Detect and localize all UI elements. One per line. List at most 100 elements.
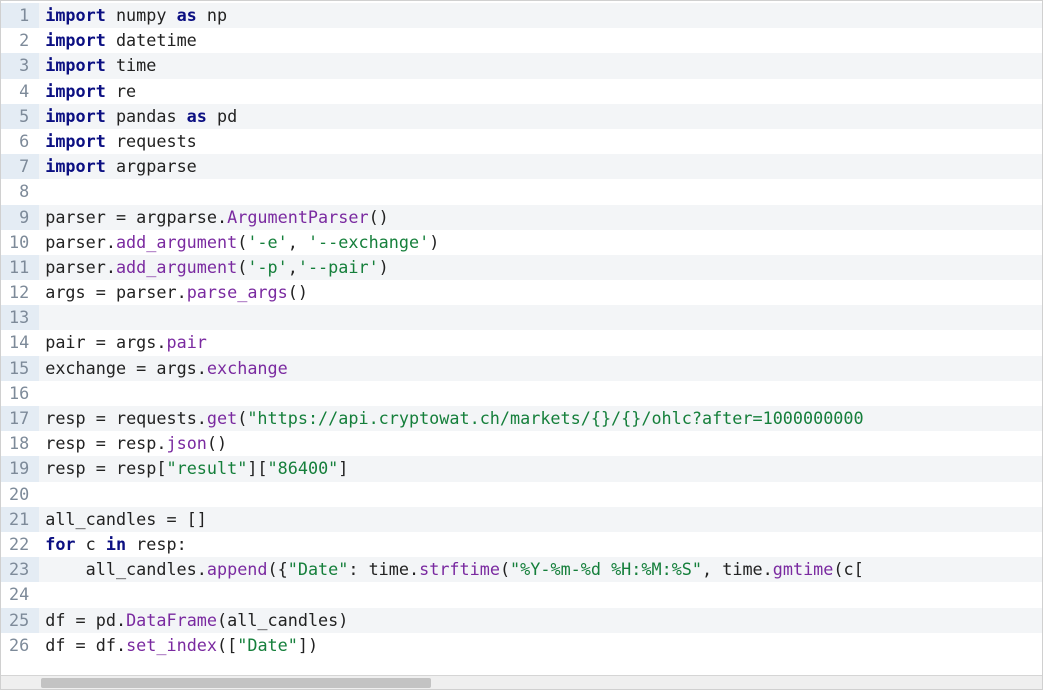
token-nm: df xyxy=(45,610,75,630)
token-nm: argparse xyxy=(106,156,197,176)
token-op: , xyxy=(288,232,308,252)
code-line[interactable]: pair = args.pair xyxy=(39,330,1042,355)
line-number: 3 xyxy=(1,53,39,78)
line-number: 10 xyxy=(1,230,39,255)
token-op: . xyxy=(217,207,227,227)
code-line[interactable]: import time xyxy=(39,53,1042,78)
line-number: 18 xyxy=(1,431,39,456)
token-nm: resp xyxy=(45,408,96,428)
token-op: . xyxy=(116,635,126,655)
code-line[interactable]: parser.add_argument('-e', '--exchange') xyxy=(39,230,1042,255)
token-nm: all_candles xyxy=(227,610,338,630)
token-op: [ xyxy=(156,458,166,478)
token-nm: args xyxy=(116,332,156,352)
token-nm: time xyxy=(106,55,157,75)
code-line[interactable]: df = pd.DataFrame(all_candles) xyxy=(39,608,1042,633)
line-number: 12 xyxy=(1,280,39,305)
token-fn: pair xyxy=(167,332,207,352)
token-op: ) xyxy=(338,610,348,630)
code-line[interactable]: all_candles = [] xyxy=(39,507,1042,532)
code-line[interactable] xyxy=(39,305,1042,330)
token-fn: get xyxy=(207,408,237,428)
token-nm: c xyxy=(844,559,854,579)
code-line[interactable]: resp = requests.get("https://api.cryptow… xyxy=(39,406,1042,431)
token-op: : xyxy=(348,559,368,579)
token-kw: import xyxy=(45,81,106,101)
token-nm: resp xyxy=(116,458,156,478)
token-op: = xyxy=(76,635,96,655)
code-line[interactable]: import argparse xyxy=(39,154,1042,179)
token-nm: pd xyxy=(207,106,237,126)
token-op: = xyxy=(96,408,116,428)
token-fn: ArgumentParser xyxy=(227,207,368,227)
token-str: '-p' xyxy=(247,257,287,277)
token-op: . xyxy=(197,559,207,579)
token-str: "86400" xyxy=(268,458,339,478)
code-line[interactable]: import datetime xyxy=(39,28,1042,53)
code-line[interactable] xyxy=(39,381,1042,406)
code-line[interactable]: df = df.set_index(["Date"]) xyxy=(39,633,1042,658)
token-op: () xyxy=(288,282,308,302)
horizontal-scrollbar-thumb[interactable] xyxy=(41,678,431,688)
token-str: '--pair' xyxy=(298,257,379,277)
token-op: ([ xyxy=(217,635,237,655)
line-number: 13 xyxy=(1,305,39,330)
code-area[interactable]: import numpy as npimport datetimeimport … xyxy=(39,1,1042,689)
line-number: 16 xyxy=(1,381,39,406)
code-line[interactable]: resp = resp["result"]["86400"] xyxy=(39,456,1042,481)
token-nm: df xyxy=(96,635,116,655)
code-line[interactable]: import requests xyxy=(39,129,1042,154)
code-line[interactable]: parser.add_argument('-p','--pair') xyxy=(39,255,1042,280)
token-nm: parser xyxy=(45,207,116,227)
token-kw: in xyxy=(106,534,126,554)
line-number: 14 xyxy=(1,330,39,355)
line-number: 5 xyxy=(1,104,39,129)
token-op: . xyxy=(156,433,166,453)
code-editor[interactable]: 1234567891011121314151617181920212223242… xyxy=(0,0,1043,690)
token-nm: time xyxy=(722,559,762,579)
line-number: 17 xyxy=(1,406,39,431)
token-nm: args xyxy=(45,282,96,302)
code-line[interactable] xyxy=(39,482,1042,507)
token-op: = xyxy=(116,207,136,227)
token-fn: set_index xyxy=(126,635,217,655)
token-nm: c xyxy=(76,534,106,554)
line-number-gutter: 1234567891011121314151617181920212223242… xyxy=(1,1,39,689)
token-str: '-e' xyxy=(247,232,287,252)
code-line[interactable]: all_candles.append({"Date": time.strftim… xyxy=(39,557,1042,582)
token-nm: resp xyxy=(116,433,156,453)
token-nm: pd xyxy=(96,610,116,630)
token-op: ( xyxy=(833,559,843,579)
token-op: [ xyxy=(854,559,864,579)
token-as: as xyxy=(187,106,207,126)
token-str: "Date" xyxy=(237,635,298,655)
token-op: ( xyxy=(237,408,247,428)
code-line[interactable] xyxy=(39,179,1042,204)
token-nm: resp xyxy=(45,433,96,453)
token-nm: all_candles xyxy=(45,509,166,529)
token-op: ]) xyxy=(298,635,318,655)
token-op: ( xyxy=(237,232,247,252)
token-nm: resp xyxy=(45,458,96,478)
token-fn: strftime xyxy=(419,559,500,579)
code-line[interactable]: import numpy as np xyxy=(39,3,1042,28)
line-number: 2 xyxy=(1,28,39,53)
token-kw: import xyxy=(45,5,106,25)
code-line[interactable]: exchange = args.exchange xyxy=(39,356,1042,381)
token-nm: args xyxy=(156,358,196,378)
token-nm: resp xyxy=(126,534,177,554)
line-number: 15 xyxy=(1,356,39,381)
token-op: = xyxy=(136,358,156,378)
token-nm: all_candles xyxy=(45,559,197,579)
code-line[interactable]: parser = argparse.ArgumentParser() xyxy=(39,205,1042,230)
code-line[interactable] xyxy=(39,582,1042,607)
token-fn: add_argument xyxy=(116,257,237,277)
code-line[interactable]: resp = resp.json() xyxy=(39,431,1042,456)
horizontal-scrollbar[interactable] xyxy=(1,675,1042,689)
code-line[interactable]: import pandas as pd xyxy=(39,104,1042,129)
code-line[interactable]: args = parser.parse_args() xyxy=(39,280,1042,305)
code-line[interactable]: import re xyxy=(39,79,1042,104)
token-nm: np xyxy=(197,5,227,25)
code-line[interactable]: for c in resp: xyxy=(39,532,1042,557)
line-number: 4 xyxy=(1,79,39,104)
